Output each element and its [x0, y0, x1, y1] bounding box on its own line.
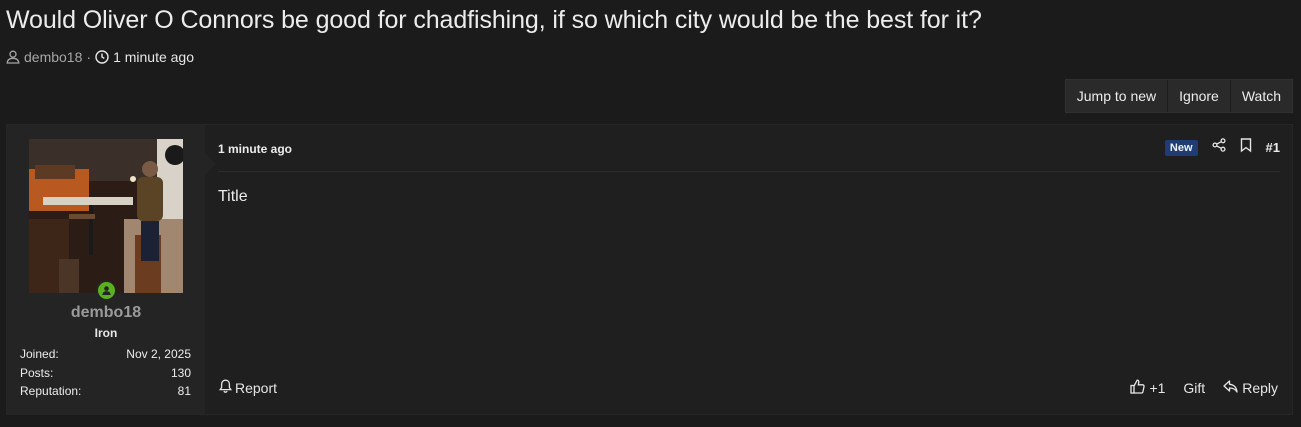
bell-icon	[218, 379, 233, 396]
like-button[interactable]: +1	[1130, 379, 1165, 397]
jump-to-new-button[interactable]: Jump to new	[1066, 80, 1167, 112]
user-stats: Joined: Nov 2, 2025 Posts: 130 Reputatio…	[20, 347, 191, 403]
post-attribution: New #1	[1164, 138, 1280, 157]
username[interactable]: dembo18	[7, 304, 205, 322]
gift-label: Gift	[1183, 380, 1206, 396]
stat-label: Joined:	[20, 347, 59, 361]
avatar[interactable]	[29, 139, 183, 293]
post-number[interactable]: #1	[1266, 140, 1280, 155]
thread-time[interactable]: 1 minute ago	[113, 49, 194, 65]
message-divider	[218, 171, 1280, 172]
user-rank: Iron	[94, 326, 118, 340]
new-badge: New	[1164, 139, 1198, 156]
watch-button[interactable]: Watch	[1229, 80, 1292, 112]
stat-posts: Posts: 130	[20, 366, 191, 385]
reply-label: Reply	[1242, 380, 1278, 396]
share-icon[interactable]	[1211, 138, 1226, 157]
post-user-panel: dembo18 Iron Joined: Nov 2, 2025 Posts: …	[7, 125, 216, 414]
clock-icon	[95, 50, 109, 64]
stat-joined: Joined: Nov 2, 2025	[20, 347, 191, 366]
meta-separator: ·	[86, 49, 92, 65]
user-icon	[6, 50, 20, 64]
thread-actions: Jump to new Ignore Watch	[1064, 79, 1293, 113]
reply-icon	[1223, 380, 1238, 396]
post-actions: +1 Gift Reply	[1130, 379, 1278, 397]
gift-button[interactable]: Gift	[1183, 380, 1205, 396]
stat-label: Posts:	[20, 365, 54, 380]
online-indicator	[96, 280, 116, 300]
reply-button[interactable]: Reply	[1223, 380, 1278, 396]
thread-meta: dembo18 · 1 minute ago	[6, 49, 194, 65]
online-user-icon	[97, 281, 115, 299]
report-label: Report	[235, 379, 278, 396]
like-count: +1	[1149, 380, 1166, 396]
thumbs-up-icon	[1130, 379, 1146, 397]
post-time[interactable]: 1 minute ago	[218, 142, 292, 156]
thread-title: Would Oliver O Connors be good for chadf…	[6, 6, 982, 34]
stat-value: 81	[177, 384, 191, 398]
bookmark-icon[interactable]	[1240, 138, 1252, 157]
stat-value: 130	[170, 365, 191, 380]
ignore-button[interactable]: Ignore	[1167, 80, 1230, 112]
thread-author-link[interactable]: dembo18	[24, 49, 82, 65]
stat-reputation: Reputation: 81	[20, 384, 191, 403]
stat-value: Nov 2, 2025	[126, 347, 191, 361]
post-message: 1 minute ago New #1 Title Report +1 Gift…	[205, 125, 1292, 414]
stat-label: Reputation:	[20, 384, 82, 398]
post: dembo18 Iron Joined: Nov 2, 2025 Posts: …	[6, 124, 1293, 415]
report-button[interactable]: Report	[218, 379, 278, 396]
post-body: Title	[218, 188, 248, 205]
